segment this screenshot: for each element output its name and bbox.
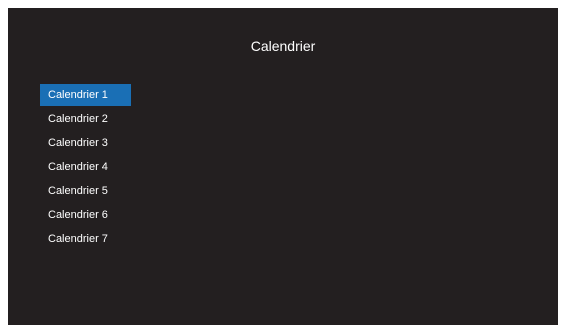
- calendar-screen: Calendrier Calendrier 1 Calendrier 2 Cal…: [8, 8, 558, 325]
- calendar-item-5[interactable]: Calendrier 5: [40, 180, 131, 202]
- screen-title: Calendrier: [250, 38, 316, 54]
- calendar-item-6[interactable]: Calendrier 6: [40, 204, 131, 226]
- calendar-item-3[interactable]: Calendrier 3: [40, 132, 131, 154]
- calendar-item-2[interactable]: Calendrier 2: [40, 108, 131, 130]
- calendar-list: Calendrier 1 Calendrier 2 Calendrier 3 C…: [40, 84, 131, 252]
- calendar-item-1[interactable]: Calendrier 1: [40, 84, 131, 106]
- calendar-item-4[interactable]: Calendrier 4: [40, 156, 131, 178]
- calendar-item-7[interactable]: Calendrier 7: [40, 228, 131, 250]
